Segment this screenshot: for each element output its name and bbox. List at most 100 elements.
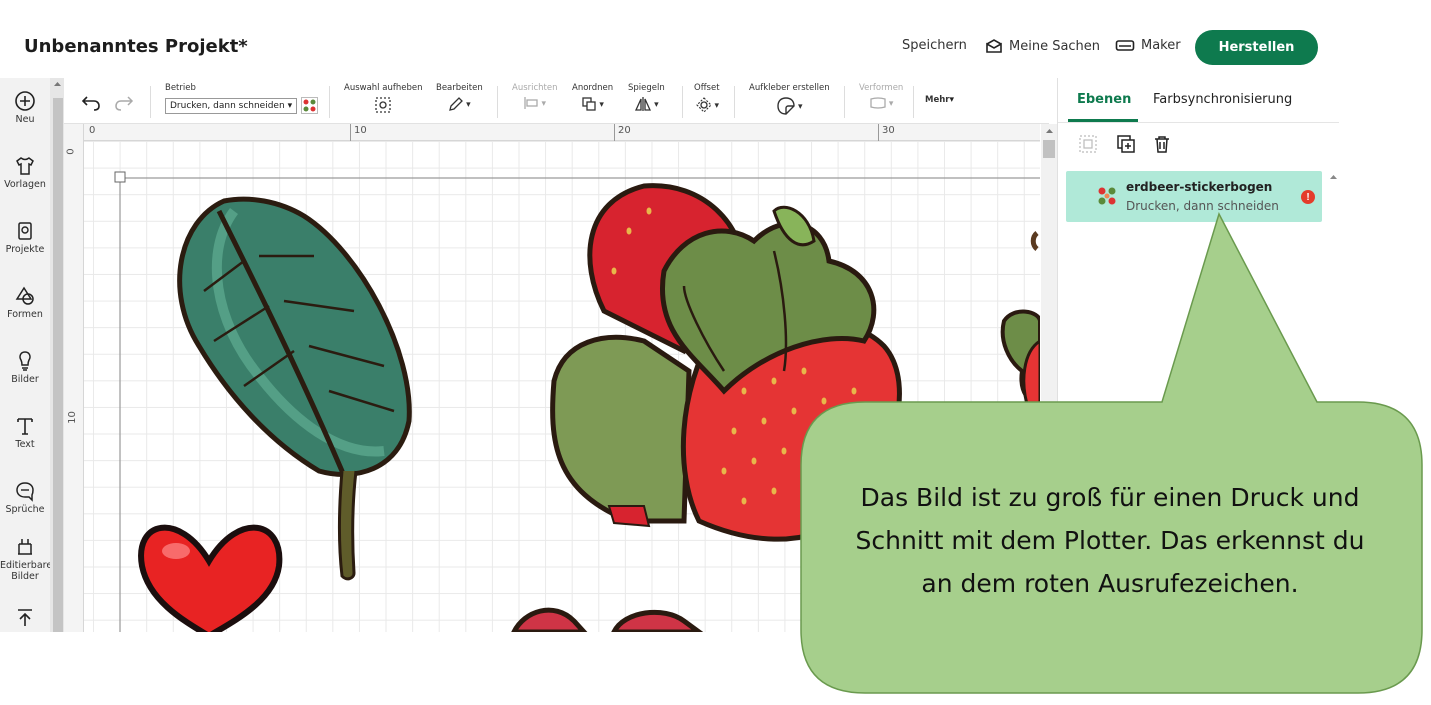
strawberry-partial-sticker[interactable]	[1000, 231, 1040, 418]
sidebar-item-new[interactable]: Neu	[0, 90, 50, 125]
callout-line: Schnitt mit dem Plotter. Das erkennst du	[855, 526, 1365, 555]
scroll-up-icon[interactable]	[1045, 127, 1054, 135]
flip-button[interactable]: Spiegeln ▾	[628, 83, 665, 112]
sidebar-item-phrases[interactable]: Sprüche	[0, 480, 50, 515]
offset-icon	[695, 97, 712, 113]
trash-icon[interactable]	[1152, 134, 1172, 154]
sidebar-item-projects[interactable]: Projekte	[0, 220, 50, 255]
toolbar-divider	[844, 86, 845, 118]
scroll-up-icon[interactable]	[1329, 173, 1338, 181]
pencil-icon	[449, 97, 463, 111]
ruler-horizontal: 0 10 20 30	[84, 124, 1040, 141]
chevron-down-icon: ▾	[714, 99, 720, 110]
deselect-icon	[375, 97, 391, 113]
warp-label: Verformen	[859, 83, 904, 93]
tab-color-sync[interactable]: Farbsynchronisierung	[1153, 92, 1292, 107]
warp-button[interactable]: Verformen ▾	[859, 83, 903, 110]
canvas-scroll-thumb[interactable]	[1043, 140, 1055, 158]
toolbar-divider	[913, 86, 914, 118]
warp-icon	[870, 97, 886, 109]
chevron-down-icon: ▾	[798, 100, 803, 111]
sidebar-label: Sprüche	[5, 504, 45, 515]
arrange-button[interactable]: Anordnen ▾	[572, 83, 613, 112]
panel-divider	[1058, 122, 1339, 123]
sidebar-item-templates[interactable]: Vorlagen	[0, 155, 50, 190]
scroll-up-icon[interactable]	[53, 80, 62, 88]
toolbar-divider	[734, 86, 735, 118]
save-label: Speichern	[902, 38, 967, 53]
more-label: Mehr	[925, 94, 950, 105]
print-then-cut-icon	[301, 97, 319, 114]
layer-operation: Drucken, dann schneiden	[1126, 199, 1279, 213]
ruler-tick-label: 0	[65, 148, 77, 155]
toolbar-divider	[329, 86, 330, 118]
warning-icon[interactable]: !	[1301, 190, 1315, 204]
operation-select-box: Drucken, dann schneiden ▾	[165, 97, 298, 114]
my-stuff-button[interactable]: Meine Sachen	[985, 38, 1100, 54]
group-icon[interactable]	[1078, 134, 1098, 154]
sidebar-item-editable-images[interactable]: Editierbare Bilder	[0, 536, 50, 582]
operation-group: Betrieb Drucken, dann schneiden ▾	[165, 83, 319, 114]
ruler-tick-label: 0	[89, 125, 96, 136]
callout-line: an dem roten Ausrufezeichen.	[921, 569, 1299, 598]
sidebar-label: Projekte	[5, 244, 45, 255]
sidebar-item-images[interactable]: Bilder	[0, 350, 50, 385]
toolbar-divider	[497, 86, 498, 118]
align-icon	[524, 97, 539, 109]
sidebar-label: Bilder	[11, 374, 39, 385]
app-window: Unbenanntes Projekt* Speichern Meine Sac…	[0, 0, 1431, 705]
ruler-tick-label: 20	[618, 125, 631, 136]
offset-button[interactable]: Offset ▾	[694, 83, 720, 114]
toolbar: Betrieb Drucken, dann schneiden ▾ Auswah…	[64, 78, 1049, 124]
sticker-icon	[777, 97, 795, 115]
more-button[interactable]: Mehr ▾	[925, 94, 954, 105]
operation-select[interactable]: Drucken, dann schneiden ▾	[165, 97, 319, 114]
sidebar-label: Neu	[15, 114, 35, 125]
deselect-button[interactable]: Auswahl aufheben	[344, 83, 422, 114]
align-button[interactable]: Ausrichten ▾	[512, 83, 558, 110]
chevron-down-icon: ▾	[888, 97, 894, 108]
ruler-vertical: 0 10	[64, 124, 84, 632]
redo-icon[interactable]	[114, 93, 134, 111]
sidebar-item-text[interactable]: Text	[0, 415, 50, 450]
cherries-sticker[interactable]	[511, 607, 704, 632]
undo-icon[interactable]	[81, 93, 101, 111]
tab-layers[interactable]: Ebenen	[1077, 92, 1131, 107]
toolbar-divider	[150, 86, 151, 118]
sidebar-label: Vorlagen	[4, 179, 46, 190]
sidebar-label: Editierbare Bilder	[0, 560, 50, 582]
edit-button[interactable]: Bearbeiten ▾	[436, 83, 483, 112]
text-icon	[17, 418, 33, 435]
save-button[interactable]: Speichern	[902, 38, 967, 53]
sticker-label: Aufkleber erstellen	[749, 83, 830, 93]
flip-icon	[635, 97, 652, 111]
ruler-tick-label: 30	[882, 125, 895, 136]
make-button[interactable]: Herstellen	[1195, 30, 1318, 65]
lightbulb-icon	[19, 351, 31, 371]
chevron-down-icon: ▾	[654, 98, 659, 109]
machine-icon	[1115, 39, 1135, 51]
resize-handle[interactable]	[114, 171, 126, 183]
flip-label: Spiegeln	[628, 83, 665, 93]
deselect-label: Auswahl aufheben	[344, 83, 423, 93]
sidebar-scroll-thumb[interactable]	[53, 98, 63, 632]
leaf-sticker[interactable]	[177, 196, 412, 581]
callout-text: Das Bild ist zu groß für einen Druck und…	[815, 476, 1405, 605]
project-title[interactable]: Unbenanntes Projekt*	[24, 36, 248, 57]
ruler-tick-label: 10	[354, 125, 367, 136]
left-sidebar: Neu Vorlagen Projekte Formen Bilder Text…	[0, 78, 50, 632]
maker-label: Maker	[1141, 38, 1181, 53]
heart-sticker[interactable]	[138, 524, 283, 632]
maker-button[interactable]: Maker	[1115, 38, 1181, 53]
projects-icon	[18, 222, 32, 240]
duplicate-icon[interactable]	[1116, 134, 1136, 154]
align-label: Ausrichten	[512, 83, 558, 93]
chevron-down-icon: ▾	[541, 97, 547, 108]
ruler-tick-label: 10	[66, 411, 78, 424]
edit-label: Bearbeiten	[436, 83, 483, 93]
chevron-down-icon: ▾	[287, 100, 293, 111]
sidebar-item-shapes[interactable]: Formen	[0, 285, 50, 320]
create-sticker-button[interactable]: Aufkleber erstellen ▾	[749, 83, 830, 116]
sidebar-item-upload[interactable]	[0, 606, 50, 628]
layer-row[interactable]: erdbeer-stickerbogen Drucken, dann schne…	[1066, 171, 1322, 222]
